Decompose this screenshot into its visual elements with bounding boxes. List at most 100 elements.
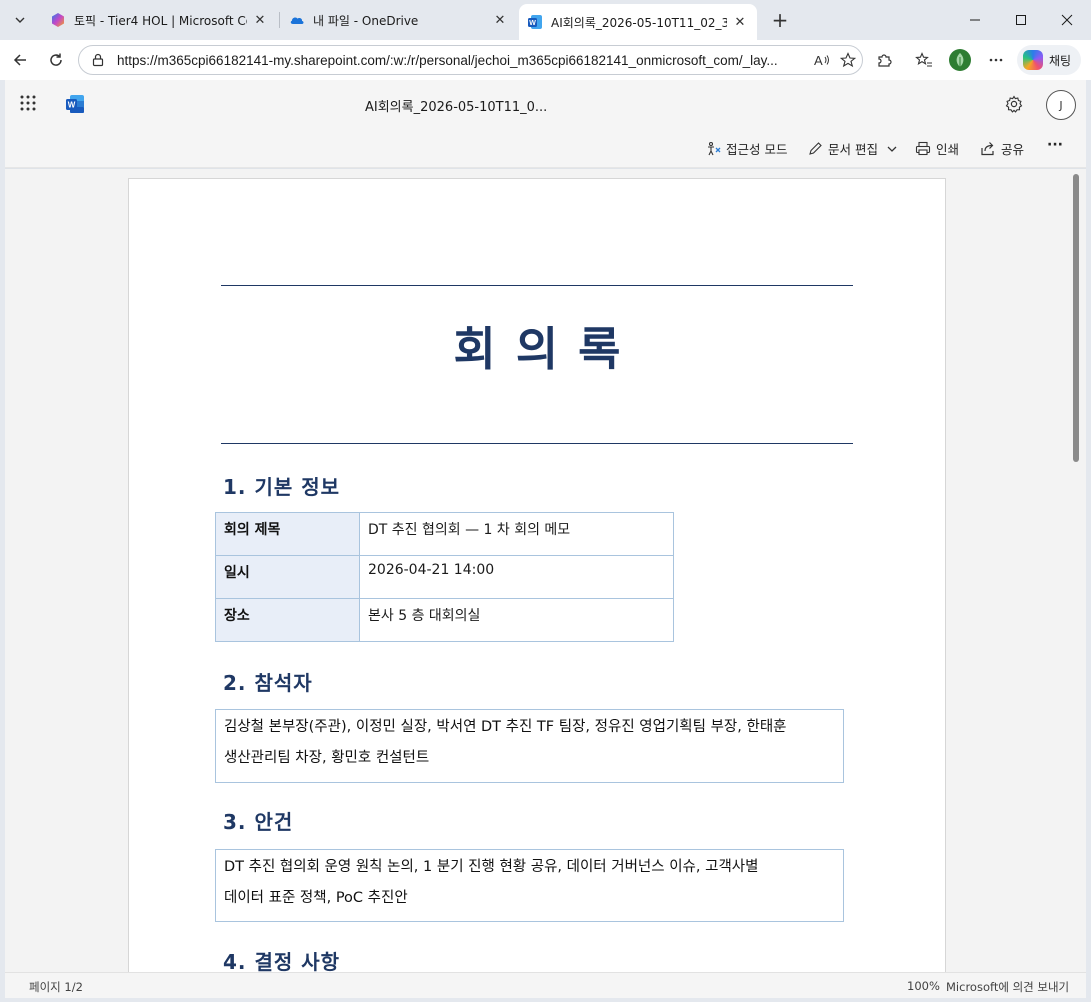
tab-separator: [279, 12, 280, 28]
tab-close-icon[interactable]: ✕: [251, 11, 269, 29]
gear-icon: [1005, 95, 1023, 113]
word-command-bar: 접근성 모드 문서 편집 인쇄 공유 ···: [5, 128, 1086, 168]
document-heading: 회의록: [453, 322, 641, 376]
tab-title: 내 파일 - OneDrive: [313, 13, 419, 28]
site-info-icon[interactable]: [87, 49, 109, 71]
chevron-down-icon: [15, 17, 25, 23]
agenda-line: DT 추진 협의회 운영 원칙 논의, 1 분기 진행 현황 공유, 데이터 거…: [224, 859, 759, 875]
share-icon: [981, 142, 994, 156]
tab-title: AI회의록_2026-05-10T11_02_36.23: [551, 15, 727, 30]
table-value-cell: 본사 5 층 대회의실: [359, 598, 674, 642]
section-heading-basic-info: 1. 기본 정보: [223, 475, 341, 499]
svg-text:W: W: [68, 101, 76, 110]
table-row: 일시 2026-04-21 14:00: [215, 555, 674, 599]
minimize-icon: [970, 19, 980, 21]
tab-word-document[interactable]: W AI회의록_2026-05-10T11_02_36.23 ✕: [519, 4, 757, 40]
settings-button[interactable]: [1005, 95, 1023, 117]
window-frame: [0, 998, 1091, 1002]
copilot-chat-button[interactable]: 채팅: [1017, 45, 1081, 75]
copilot-icon: [1023, 50, 1043, 70]
extensions-button[interactable]: [870, 46, 898, 74]
document-canvas[interactable]: 회의록 1. 기본 정보 회의 제목 DT 추진 협의회 — 1 차 회의 메모…: [5, 169, 1071, 972]
waffle-icon: [20, 95, 36, 111]
address-url: https://m365cpi66182141-my.sharepoint.co…: [117, 52, 778, 68]
read-aloud-icon[interactable]: A: [811, 49, 833, 71]
tab-close-icon[interactable]: ✕: [731, 13, 749, 31]
new-tab-button[interactable]: +: [766, 6, 794, 34]
tab-actions-menu[interactable]: [6, 6, 34, 34]
word-app-icon: W: [66, 95, 84, 113]
table-row: 회의 제목 DT 추진 협의회 — 1 차 회의 메모: [215, 512, 674, 556]
chevron-down-icon: [887, 146, 897, 152]
accessibility-icon: [708, 141, 721, 156]
share-button[interactable]: 공유: [980, 139, 1024, 158]
maximize-button[interactable]: [998, 4, 1044, 36]
accessibility-mode-label: 접근성 모드: [726, 142, 788, 157]
svg-text:W: W: [529, 20, 536, 27]
copilot-icon: [50, 12, 66, 28]
section-heading-decisions: 4. 결정 사항: [223, 950, 341, 972]
feedback-link[interactable]: Microsoft에 의견 보내기: [946, 979, 1069, 995]
table-label-cell: 회의 제목: [215, 512, 360, 556]
title-top-rule: [221, 285, 853, 286]
table-value-cell: 2026-04-21 14:00: [359, 555, 674, 599]
maximize-icon: [1016, 15, 1026, 25]
print-label: 인쇄: [936, 142, 960, 157]
table-label-cell: 장소: [215, 598, 360, 642]
tab-copilot[interactable]: 토픽 - Tier4 HOL | Microsoft Copilot ✕: [42, 5, 277, 35]
print-button[interactable]: 인쇄: [915, 139, 959, 158]
address-bar[interactable]: https://m365cpi66182141-my.sharepoint.co…: [78, 45, 863, 75]
pencil-icon: [809, 142, 822, 155]
table-row: 장소 본사 5 층 대회의실: [215, 598, 674, 642]
page-indicator: 페이지 1/2: [29, 980, 83, 994]
refresh-icon: [50, 53, 62, 66]
more-menu-button[interactable]: [982, 46, 1010, 74]
avatar[interactable]: J: [1046, 90, 1076, 120]
section-heading-agenda: 3. 안건: [223, 810, 294, 834]
profile-button[interactable]: [946, 46, 974, 74]
copilot-chat-label: 채팅: [1049, 53, 1072, 68]
printer-icon: [915, 141, 931, 156]
refresh-button[interactable]: [42, 46, 70, 74]
scrollbar-thumb[interactable]: [1073, 174, 1079, 462]
profile-leaf-icon: [949, 49, 971, 71]
agenda-box: DT 추진 협의회 운영 원칙 논의, 1 분기 진행 현황 공유, 데이터 거…: [215, 849, 844, 922]
minimize-button[interactable]: [952, 4, 998, 36]
browser-tab-strip: 토픽 - Tier4 HOL | Microsoft Copilot ✕ 내 파…: [0, 0, 1091, 40]
tab-close-icon[interactable]: ✕: [491, 11, 509, 29]
attendees-line: 김상철 본부장(주관), 이정민 실장, 박서연 DT 추진 TF 팀장, 정유…: [224, 719, 787, 735]
more-icon: [989, 58, 1003, 62]
word-icon: W: [527, 14, 543, 30]
zoom-level[interactable]: 100%: [907, 979, 940, 993]
app-launcher-button[interactable]: [19, 94, 37, 116]
close-window-button[interactable]: [1044, 4, 1090, 36]
browser-toolbar: https://m365cpi66182141-my.sharepoint.co…: [0, 40, 1091, 80]
arrow-left-icon: [13, 54, 26, 66]
back-button[interactable]: [6, 46, 34, 74]
tab-title: 토픽 - Tier4 HOL | Microsoft Copilot: [74, 13, 247, 28]
svg-text:A: A: [814, 53, 823, 68]
document-title[interactable]: AI회의록_2026-05-10T11_0...: [365, 96, 547, 115]
table-value-cell: DT 추진 협의회 — 1 차 회의 메모: [359, 512, 674, 556]
edit-document-button[interactable]: 문서 편집: [808, 139, 903, 158]
window-frame: [1086, 80, 1091, 1002]
tab-onedrive[interactable]: 내 파일 - OneDrive ✕: [281, 5, 517, 35]
title-bottom-rule: [221, 443, 853, 444]
onedrive-icon: [289, 12, 305, 28]
share-label: 공유: [1001, 142, 1025, 157]
table-label-cell: 일시: [215, 555, 360, 599]
edit-document-label: 문서 편집: [828, 142, 878, 157]
favorites-button[interactable]: [910, 46, 938, 74]
agenda-line: 데이터 표준 정책, PoC 추진안: [224, 890, 408, 906]
basic-info-table: 회의 제목 DT 추진 협의회 — 1 차 회의 메모 일시 2026-04-2…: [215, 512, 674, 642]
document-page[interactable]: 회의록 1. 기본 정보 회의 제목 DT 추진 협의회 — 1 차 회의 메모…: [128, 178, 946, 972]
more-options-button[interactable]: ···: [1047, 137, 1063, 153]
word-logo[interactable]: W: [65, 94, 85, 118]
accessibility-mode-button[interactable]: 접근성 모드: [706, 139, 787, 158]
favorite-star-icon[interactable]: [837, 49, 859, 71]
close-icon: [1061, 14, 1073, 26]
favorites-list-icon: [915, 52, 932, 67]
word-header: W AI회의록_2026-05-10T11_0... J: [5, 80, 1086, 128]
puzzle-icon: [878, 54, 892, 67]
section-heading-attendees: 2. 참석자: [223, 671, 313, 695]
